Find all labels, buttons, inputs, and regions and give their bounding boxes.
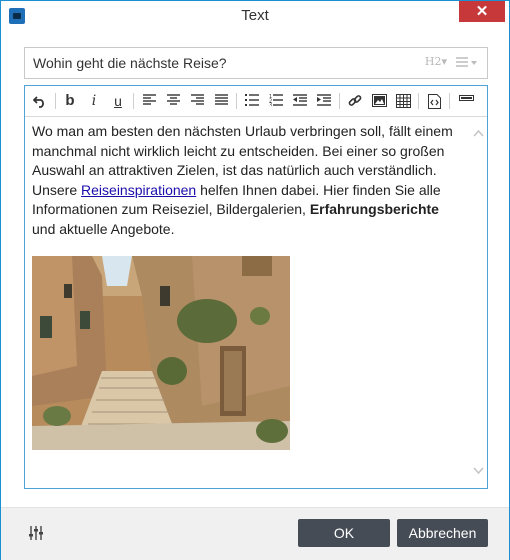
paragraph-text: und aktuelle Angebote. (32, 220, 175, 237)
link-icon[interactable] (346, 92, 364, 110)
scroll-down-icon[interactable] (473, 467, 484, 475)
outdent-icon[interactable] (291, 92, 309, 110)
toolbar-divider (55, 93, 56, 109)
bold-button[interactable]: b (61, 92, 79, 110)
toolbar-divider (449, 93, 450, 109)
align-right-icon[interactable] (188, 92, 206, 110)
title-bar: Text ✕ (1, 1, 509, 31)
bullet-list-icon[interactable] (243, 92, 261, 110)
horizontal-rule-icon[interactable] (457, 92, 475, 110)
svg-text:3: 3 (269, 103, 272, 107)
editor-content[interactable]: Wo man am besten den nächsten Urlaub ver… (32, 122, 460, 239)
toolbar-divider (133, 93, 134, 109)
bold-text: Erfahrungsberichte (309, 201, 439, 217)
undo-icon[interactable] (31, 92, 49, 110)
toolbar-divider (339, 93, 340, 109)
numbered-list-icon[interactable]: 123 (267, 92, 285, 110)
toolbar-divider (418, 93, 419, 109)
sliders-icon[interactable] (28, 525, 44, 541)
close-button[interactable]: ✕ (459, 1, 505, 22)
toolbar-divider (236, 93, 237, 109)
heading-select[interactable]: H2▾ (425, 55, 447, 68)
scroll-up-icon[interactable] (473, 129, 484, 137)
subject-input[interactable]: Wohin geht die nächste Reise? (33, 55, 227, 71)
window-title: Text (241, 7, 269, 24)
source-code-icon[interactable] (425, 92, 443, 110)
list-icon[interactable] (455, 56, 479, 70)
editor-toolbar: b i u 123 (25, 86, 487, 117)
ok-button[interactable]: OK (298, 519, 390, 547)
indent-icon[interactable] (315, 92, 333, 110)
italic-button[interactable]: i (85, 92, 103, 110)
image-icon[interactable] (370, 92, 388, 110)
street-photo[interactable] (32, 256, 290, 450)
subject-field[interactable]: Wohin geht die nächste Reise? H2▾ (24, 47, 488, 79)
cancel-button[interactable]: Abbrechen (397, 519, 488, 547)
text-dialog: Text ✕ Wohin geht die nächste Reise? H2▾… (0, 0, 510, 560)
rich-text-editor[interactable]: b i u 123 Wo man am besten den nächsten … (24, 85, 488, 489)
dialog-footer: OK Abbrechen (1, 507, 509, 560)
inspiration-link[interactable]: Reiseinspirationen (81, 182, 196, 198)
editor-scrollbar[interactable] (470, 117, 487, 487)
underline-button[interactable]: u (109, 92, 127, 110)
align-center-icon[interactable] (164, 92, 182, 110)
table-icon[interactable] (394, 92, 412, 110)
justify-icon[interactable] (212, 92, 230, 110)
align-left-icon[interactable] (140, 92, 158, 110)
